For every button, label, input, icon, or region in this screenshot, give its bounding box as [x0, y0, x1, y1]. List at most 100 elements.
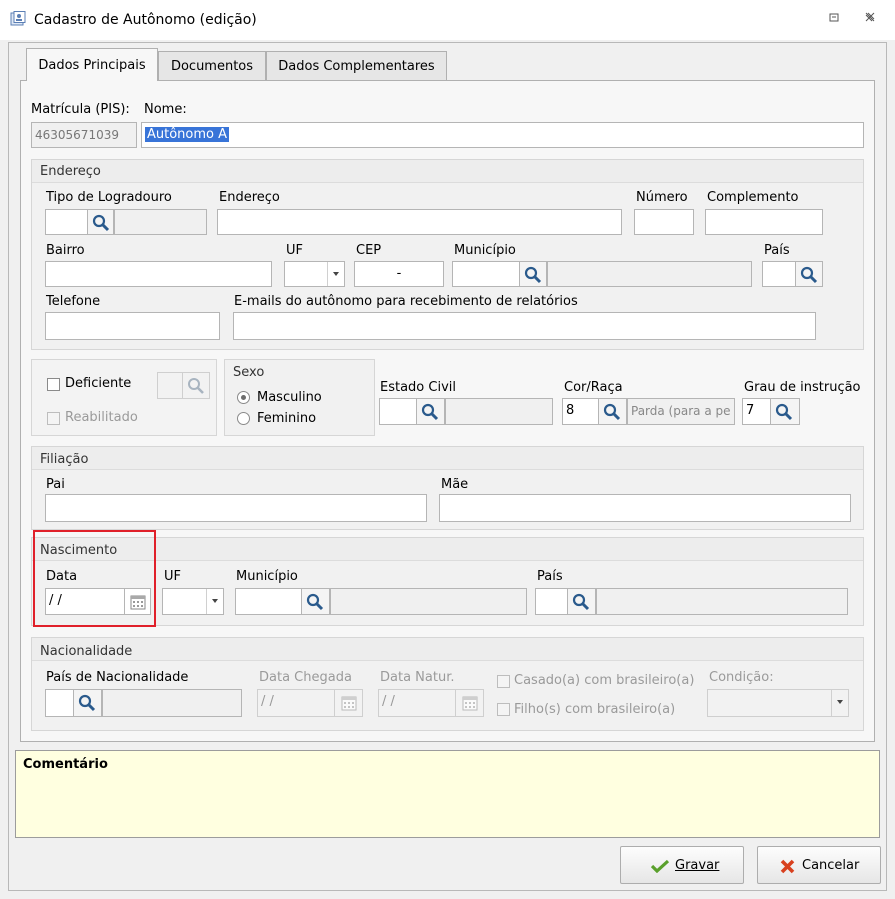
- casado-label: Casado(a) com brasileiro(a): [514, 673, 695, 688]
- data-natur-calendar-button: [455, 689, 484, 717]
- endereco-field[interactable]: [217, 209, 622, 235]
- municipio-code[interactable]: [452, 261, 520, 287]
- emails-field[interactable]: [233, 312, 816, 340]
- estado-civil-search-button[interactable]: [416, 398, 445, 425]
- cancelar-button[interactable]: Cancelar: [757, 846, 881, 884]
- pai-label: Pai: [46, 477, 65, 492]
- complemento-label: Complemento: [707, 190, 799, 205]
- tipo-logradouro-search-button[interactable]: [87, 209, 114, 235]
- reabilitado-checkbox: [47, 412, 60, 425]
- uf-nascimento-label: UF: [164, 569, 181, 584]
- endereco-label: Endereço: [219, 190, 280, 205]
- data-natur-label: Data Natur.: [380, 670, 455, 685]
- casado-checkbox: [497, 675, 510, 688]
- magnifier-icon: [306, 593, 324, 611]
- matricula-field: 46305671039: [31, 122, 137, 148]
- grau-instrucao-search-button[interactable]: [770, 398, 800, 425]
- cor-raca-desc: Parda (para a pe: [627, 398, 735, 425]
- tab-dados-principais[interactable]: Dados Principais: [26, 48, 158, 81]
- gravar-button[interactable]: Gravar: [620, 846, 744, 884]
- pais-nacionalidade-label: País de Nacionalidade: [46, 670, 189, 685]
- deficiencia-code: [157, 372, 183, 399]
- x-icon: [780, 859, 795, 874]
- tab-dados-complementares[interactable]: Dados Complementares: [266, 51, 447, 80]
- restore-icon[interactable]: [826, 11, 842, 27]
- condicao-label: Condição:: [709, 670, 774, 685]
- app-icon: [10, 11, 26, 27]
- filho-checkbox: [497, 703, 510, 716]
- municipio-nascimento-code[interactable]: [235, 588, 302, 615]
- tipo-logradouro-desc: [114, 209, 207, 235]
- municipio-nascimento-desc: [330, 588, 527, 615]
- pais-label: País: [764, 243, 790, 258]
- pais-nacionalidade-search-button[interactable]: [73, 689, 102, 717]
- data-chegada-calendar-button: [334, 689, 363, 717]
- nacionalidade-title: Nacionalidade: [40, 644, 133, 659]
- nome-label: Nome:: [144, 102, 187, 117]
- uf-dropdown[interactable]: [284, 261, 345, 287]
- pais-nascimento-desc: [596, 588, 848, 615]
- pais-search-button[interactable]: [795, 261, 823, 287]
- feminino-radio[interactable]: [237, 412, 250, 425]
- close-icon[interactable]: [862, 11, 878, 27]
- magnifier-icon: [524, 266, 542, 284]
- numero-field[interactable]: [634, 209, 694, 235]
- calendar-icon: [130, 595, 146, 610]
- numero-label: Número: [636, 190, 688, 205]
- comentario-area[interactable]: Comentário: [15, 750, 880, 838]
- tipo-logradouro-code[interactable]: [45, 209, 88, 235]
- pais-nascimento-label: País: [537, 569, 563, 584]
- cancelar-label: Cancelar: [802, 858, 860, 873]
- check-icon: [651, 859, 669, 873]
- magnifier-icon: [92, 214, 110, 232]
- filiacao-title: Filiação: [40, 452, 89, 467]
- gravar-label: Gravar: [675, 858, 720, 873]
- deficiente-label: Deficiente: [65, 376, 132, 391]
- sexo-title: Sexo: [233, 365, 265, 380]
- estado-civil-code[interactable]: [379, 398, 417, 425]
- data-chegada-label: Data Chegada: [259, 670, 352, 685]
- bairro-field[interactable]: [45, 261, 272, 287]
- uf-label: UF: [286, 243, 303, 258]
- municipio-search-button[interactable]: [519, 261, 547, 287]
- cor-raca-code[interactable]: 8: [562, 398, 599, 425]
- pai-field[interactable]: [45, 494, 427, 522]
- magnifier-icon: [188, 378, 204, 394]
- grau-instrucao-code[interactable]: 7: [742, 398, 771, 425]
- pais-nacionalidade-desc: [102, 689, 242, 717]
- data-chegada-field: / /: [257, 689, 335, 717]
- endereco-title: Endereço: [40, 164, 101, 179]
- uf-nascimento-dropdown[interactable]: [162, 588, 224, 615]
- telefone-field[interactable]: [45, 312, 220, 340]
- cor-raca-search-button[interactable]: [598, 398, 627, 425]
- complemento-field[interactable]: [705, 209, 823, 235]
- emails-label: E-mails do autônomo para recebimento de …: [234, 294, 578, 309]
- municipio-nascimento-search-button[interactable]: [301, 588, 330, 615]
- chevron-down-icon: [327, 262, 344, 286]
- pais-nacionalidade-code[interactable]: [45, 689, 74, 717]
- magnifier-icon: [603, 403, 621, 421]
- nome-value: Autônomo A: [145, 127, 230, 142]
- tab-documentos[interactable]: Documentos: [158, 51, 266, 80]
- mae-field[interactable]: [439, 494, 851, 522]
- tipo-logradouro-label: Tipo de Logradouro: [46, 190, 172, 205]
- matricula-label: Matrícula (PIS):: [31, 102, 130, 117]
- deficiencia-search-button: [182, 372, 210, 399]
- data-nascimento-field[interactable]: / /: [45, 588, 125, 615]
- cep-field[interactable]: -: [354, 261, 444, 287]
- masculino-radio[interactable]: [237, 391, 250, 404]
- data-nascimento-calendar-button[interactable]: [124, 588, 151, 615]
- comentario-label: Comentário: [23, 757, 108, 772]
- chevron-down-icon: [831, 690, 848, 716]
- pais-nascimento-search-button[interactable]: [567, 588, 596, 615]
- data-nascimento-label: Data: [46, 569, 78, 584]
- estado-civil-desc: [445, 398, 553, 425]
- estado-civil-label: Estado Civil: [380, 380, 456, 395]
- deficiente-checkbox[interactable]: [47, 378, 60, 391]
- municipio-desc: [547, 261, 752, 287]
- nome-field[interactable]: Autônomo A: [141, 122, 864, 148]
- pais-nascimento-code[interactable]: [535, 588, 568, 615]
- pais-code[interactable]: [762, 261, 796, 287]
- municipio-nascimento-label: Município: [236, 569, 298, 584]
- telefone-label: Telefone: [46, 294, 101, 309]
